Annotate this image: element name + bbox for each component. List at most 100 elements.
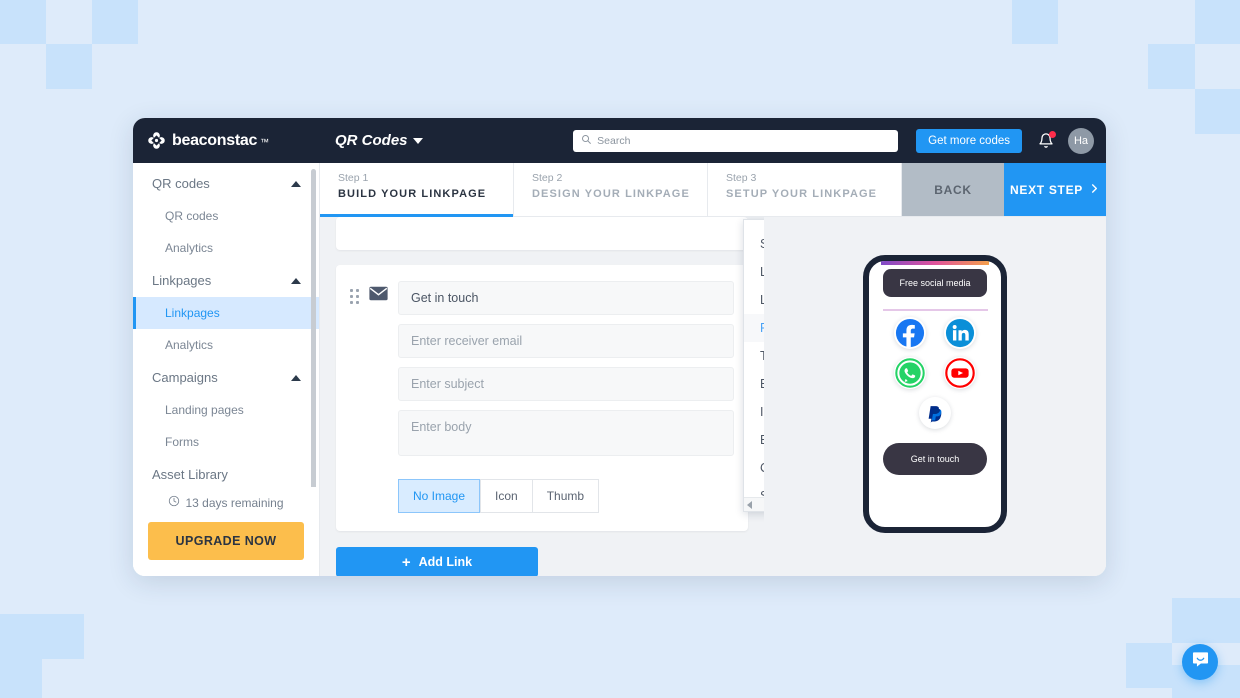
bg-tile — [1012, 0, 1058, 44]
step-title: SETUP YOUR LINKPAGE — [726, 188, 878, 200]
chevron-right-icon — [1089, 183, 1100, 197]
body-input[interactable]: Enter body — [398, 410, 734, 456]
notification-badge-dot — [1049, 130, 1056, 138]
chevron-down-icon — [412, 137, 423, 144]
sidebar-group-campaigns[interactable]: Campaigns — [133, 361, 319, 394]
back-button[interactable]: BACK — [902, 163, 1004, 216]
bg-tile — [0, 659, 42, 698]
get-more-codes-button[interactable]: Get more codes — [916, 128, 1022, 153]
receiver-email-input[interactable]: Enter receiver email — [398, 324, 734, 358]
tab-icon[interactable]: Icon — [480, 479, 532, 513]
sidebar-footer: 13 days remaining UPGRADE NOW — [133, 487, 319, 576]
dropdown-option-form[interactable]: Form — [744, 314, 764, 342]
step-title: BUILD YOUR LINKPAGE — [338, 188, 487, 200]
product-switcher-label: QR Codes — [335, 132, 408, 149]
sidebar: QR codes QR codes Analytics Linkpages Li… — [133, 163, 320, 576]
add-link-label: Add Link — [418, 555, 473, 569]
sidebar-item-linkpages[interactable]: Linkpages — [133, 297, 319, 329]
trial-text: 13 days remaining — [185, 495, 284, 510]
dropdown-option-image-gallery[interactable]: Image Gallery — [744, 398, 764, 426]
link-title-input[interactable]: Get in touch — [398, 281, 734, 315]
facebook-icon[interactable] — [894, 316, 926, 349]
linkedin-icon[interactable] — [944, 316, 976, 349]
link-type-dropdown[interactable]: Separator Linkpage Landing page Form Tex… — [743, 219, 764, 512]
dropdown-options-list: Separator Linkpage Landing page Form Tex… — [744, 220, 764, 511]
dropdown-option-call[interactable]: Call — [744, 454, 764, 482]
preview-cta-button[interactable]: Get in touch — [883, 442, 987, 475]
sidebar-item-landing-pages[interactable]: Landing pages — [133, 394, 319, 426]
tab-step-3[interactable]: Step 3 SETUP YOUR LINKPAGE — [708, 163, 902, 216]
card-above-partial — [336, 217, 748, 250]
bg-tile — [0, 0, 46, 44]
chevron-up-icon — [291, 277, 301, 284]
bg-tile — [1195, 89, 1240, 134]
sidebar-item-asset-library[interactable]: Asset Library — [133, 458, 319, 487]
clock-icon — [168, 495, 180, 510]
whatsapp-icon[interactable] — [894, 356, 926, 389]
social-row — [919, 396, 951, 429]
bg-tile — [92, 0, 138, 44]
sidebar-group-qr-codes[interactable]: QR codes — [133, 167, 319, 200]
youtube-icon[interactable] — [944, 356, 976, 389]
sidebar-item-qr-codes[interactable]: QR codes — [133, 200, 319, 232]
work-area: Get in touch Enter receiver email Enter … — [320, 217, 1106, 576]
bg-tile — [1195, 0, 1240, 44]
search-placeholder: Search — [597, 134, 631, 147]
intercom-chat-icon — [1191, 650, 1210, 674]
phone-mockup: Free social media Get in touch — [863, 255, 1007, 533]
tab-thumbnail[interactable]: Thumb — [531, 479, 600, 513]
bg-tile — [46, 44, 92, 89]
steps-bar: Step 1 BUILD YOUR LINKPAGE Step 2 DESIGN… — [320, 163, 1106, 217]
paypal-icon[interactable] — [919, 396, 951, 429]
app-body: QR codes QR codes Analytics Linkpages Li… — [133, 163, 1106, 576]
sidebar-item-linkpage-analytics[interactable]: Analytics — [133, 329, 319, 361]
sidebar-group-linkpages[interactable]: Linkpages — [133, 264, 319, 297]
brand-tm: ™ — [260, 137, 270, 147]
dropdown-option-text[interactable]: Text — [744, 342, 764, 370]
chevron-up-icon — [291, 180, 301, 187]
dropdown-horizontal-scrollbar[interactable] — [744, 497, 764, 511]
step-number: Step 2 — [532, 172, 563, 184]
envelope-icon — [369, 286, 388, 513]
tab-no-image[interactable]: No Image — [398, 479, 481, 513]
step-number: Step 1 — [338, 172, 369, 184]
dropdown-option-email[interactable]: Email — [744, 426, 764, 454]
next-step-button[interactable]: NEXT STEP — [1004, 163, 1106, 216]
step-number: Step 3 — [726, 172, 757, 184]
upgrade-now-button[interactable]: UPGRADE NOW — [148, 522, 304, 560]
sidebar-group-label: QR codes — [152, 176, 210, 191]
preview-title: Free social media — [883, 269, 987, 297]
social-row — [894, 356, 976, 389]
linkpage-editor: Get in touch Enter receiver email Enter … — [320, 217, 764, 576]
sidebar-scrollbar[interactable] — [311, 169, 316, 487]
chat-launcher-button[interactable] — [1182, 644, 1218, 680]
image-type-tabs: No Image Icon Thumb — [398, 479, 734, 513]
tab-step-1[interactable]: Step 1 BUILD YOUR LINKPAGE — [320, 163, 514, 217]
dropdown-option-linkpage[interactable]: Linkpage — [744, 258, 764, 286]
dropdown-option-embed-video[interactable]: Embed Video — [744, 370, 764, 398]
dropdown-option-landing-page[interactable]: Landing page — [744, 286, 764, 314]
next-step-label: NEXT STEP — [1010, 182, 1083, 197]
chevron-up-icon — [291, 374, 301, 381]
sidebar-item-forms[interactable]: Forms — [133, 426, 319, 458]
sidebar-group-label: Campaigns — [152, 370, 218, 385]
top-navbar: beaconstac ™ QR Codes Search Get more co… — [133, 118, 1106, 163]
beaconstac-logo-icon — [147, 131, 166, 150]
drag-handle-icon[interactable] — [350, 289, 359, 513]
search-icon — [581, 132, 592, 150]
tab-step-2[interactable]: Step 2 DESIGN YOUR LINKPAGE — [514, 163, 708, 216]
sidebar-item-qr-analytics[interactable]: Analytics — [133, 232, 319, 264]
dropdown-option-separator[interactable]: Separator — [744, 230, 764, 258]
bg-tile — [1126, 643, 1172, 688]
add-link-button[interactable]: + Add Link — [336, 547, 538, 576]
product-switcher[interactable]: QR Codes — [335, 132, 423, 149]
subject-input[interactable]: Enter subject — [398, 367, 734, 401]
sidebar-scroll-region: QR codes QR codes Analytics Linkpages Li… — [133, 163, 319, 487]
notifications-button[interactable] — [1038, 130, 1056, 153]
brand-logo-area[interactable]: beaconstac ™ — [147, 131, 330, 150]
avatar[interactable]: Ha — [1068, 127, 1094, 154]
search-input[interactable]: Search — [573, 129, 899, 152]
scroll-left-arrow-icon[interactable] — [747, 500, 752, 509]
bell-icon — [1038, 132, 1054, 153]
phone-gradient-bar — [881, 261, 989, 265]
